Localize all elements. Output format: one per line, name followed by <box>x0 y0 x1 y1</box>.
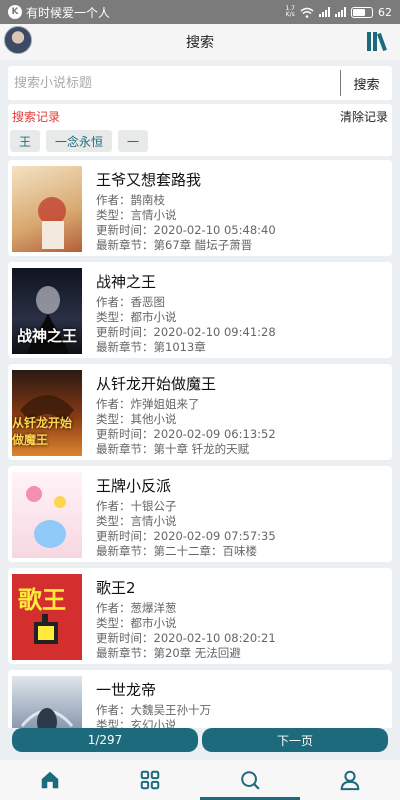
bookshelf-icon[interactable] <box>366 30 392 52</box>
nav-profile[interactable] <box>300 760 400 800</box>
book-type: 都市小说 <box>130 310 177 324</box>
signal-icon <box>319 7 330 17</box>
book-cover: 歌王 <box>12 574 82 660</box>
book-title: 一世龙帝 <box>96 681 157 699</box>
book-cover: 从钎龙开始做魔王 <box>12 370 82 456</box>
page-indicator[interactable]: 1/297 <box>12 728 198 752</box>
music-app-icon: K <box>8 5 22 19</box>
book-updated: 2020-02-10 05:48:40 <box>153 223 276 237</box>
book-type: 玄幻小说 <box>130 718 177 728</box>
book-latest: 第二十二章：百味楼 <box>153 544 258 558</box>
book-author: 葱爆洋葱 <box>130 601 177 615</box>
book-meta: 作者：香恶图 类型：都市小说 更新时间：2020-02-10 09:41:28 … <box>96 295 276 354</box>
page-title: 搜索 <box>186 35 214 51</box>
profile-icon <box>340 770 360 791</box>
book-item[interactable]: 王牌小反派 作者：十银公子 类型：言情小说 更新时间：2020-02-09 07… <box>8 466 392 562</box>
status-icons: 1.7 K/s 62 <box>285 6 392 19</box>
history-chip[interactable]: 王 <box>10 130 41 152</box>
book-item[interactable]: 王爷又想套路我 作者：鹊南枝 类型：言情小说 更新时间：2020-02-10 0… <box>8 160 392 256</box>
category-icon <box>140 770 160 790</box>
book-item[interactable]: 战神之王 战神之王 作者：香恶图 类型：都市小说 更新时间：2020-02-10… <box>8 262 392 358</box>
cover-art-icon <box>38 197 66 249</box>
book-latest: 第十章 钎龙的天赋 <box>153 442 250 456</box>
book-item[interactable]: 歌王 歌王2 作者：葱爆洋葱 类型：都市小说 更新时间：2020-02-10 0… <box>8 568 392 664</box>
book-updated: 2020-02-10 09:41:28 <box>153 325 276 339</box>
book-title: 王牌小反派 <box>96 477 172 495</box>
book-latest: 第1013章 <box>153 340 206 354</box>
book-latest: 第67章 醋坛子萧晋 <box>153 238 253 252</box>
book-title: 战神之王 <box>96 273 157 291</box>
book-title: 王爷又想套路我 <box>96 171 202 189</box>
clear-history-button[interactable]: 清除记录 <box>340 108 388 125</box>
search-icon <box>241 771 260 790</box>
cover-art-icon <box>34 614 58 644</box>
book-author: 香恶图 <box>130 295 166 309</box>
book-list: 王爷又想套路我 作者：鹊南枝 类型：言情小说 更新时间：2020-02-10 0… <box>8 160 392 728</box>
book-author: 十银公子 <box>130 499 177 513</box>
book-meta: 作者：十银公子 类型：言情小说 更新时间：2020-02-09 07:57:35… <box>96 499 276 558</box>
network-speed: 1.7 K/s <box>285 5 295 18</box>
nav-home[interactable] <box>0 760 100 800</box>
battery-icon <box>351 6 373 18</box>
home-icon <box>41 771 59 789</box>
book-meta: 作者：葱爆洋葱 类型：都市小说 更新时间：2020-02-10 08:20:21… <box>96 601 276 660</box>
search-button[interactable]: 搜索 <box>340 70 392 96</box>
book-cover: 战神之王 <box>12 268 82 354</box>
book-latest: 第20章 无法回避 <box>153 646 241 660</box>
app-header: 搜索 <box>0 24 400 60</box>
book-cover <box>12 166 82 252</box>
book-meta: 作者：鹊南枝 类型：言情小说 更新时间：2020-02-10 05:48:40 … <box>96 193 276 252</box>
book-updated: 2020-02-10 08:20:21 <box>153 631 276 645</box>
book-type: 言情小说 <box>130 514 177 528</box>
book-author: 炸弹姐姐来了 <box>130 397 200 411</box>
bottom-nav <box>0 760 400 800</box>
wifi-icon <box>300 7 314 18</box>
book-updated: 2020-02-09 07:57:35 <box>153 529 276 543</box>
signal-icon-2 <box>335 7 346 17</box>
history-chip[interactable]: 一念永恒 <box>46 130 113 152</box>
cover-art-icon <box>26 486 66 548</box>
search-history: 搜索记录 清除记录 王 一念永恒 一 <box>8 104 392 156</box>
battery-level: 62 <box>378 5 392 19</box>
book-type: 言情小说 <box>130 208 177 222</box>
nav-search[interactable] <box>200 760 300 800</box>
book-author: 鹊南枝 <box>130 193 166 207</box>
history-chips: 王 一念永恒 一 <box>10 130 149 152</box>
book-updated: 2020-02-09 06:13:52 <box>153 427 276 441</box>
book-type: 其他小说 <box>130 412 177 426</box>
book-cover <box>12 472 82 558</box>
book-type: 都市小说 <box>130 616 177 630</box>
nav-category[interactable] <box>100 760 200 800</box>
cover-art-icon <box>20 708 74 728</box>
book-meta: 作者：炸弹姐姐来了 类型：其他小说 更新时间：2020-02-09 06:13:… <box>96 397 276 456</box>
now-playing-text: 有时候爱一个人 <box>26 5 111 20</box>
search-input[interactable] <box>8 66 340 100</box>
next-page-button[interactable]: 下一页 <box>202 728 388 752</box>
avatar[interactable] <box>4 26 32 54</box>
pager: 1/297 下一页 <box>12 728 388 752</box>
status-bar: K 有时候爱一个人 1.7 K/s 62 <box>0 0 400 24</box>
history-chip[interactable]: 一 <box>118 130 149 152</box>
book-meta: 作者：大魏吴王孙十万 类型：玄幻小说 <box>96 703 211 728</box>
book-title: 歌王2 <box>96 579 136 597</box>
search-bar: 搜索 <box>8 66 392 100</box>
book-cover <box>12 676 82 728</box>
book-item[interactable]: 从钎龙开始做魔王 从钎龙开始做魔王 作者：炸弹姐姐来了 类型：其他小说 更新时间… <box>8 364 392 460</box>
search-history-label: 搜索记录 <box>12 110 61 124</box>
book-author: 大魏吴王孙十万 <box>130 703 212 717</box>
book-title: 从钎龙开始做魔王 <box>96 375 217 393</box>
book-item[interactable]: 一世龙帝 作者：大魏吴王孙十万 类型：玄幻小说 <box>8 670 392 728</box>
